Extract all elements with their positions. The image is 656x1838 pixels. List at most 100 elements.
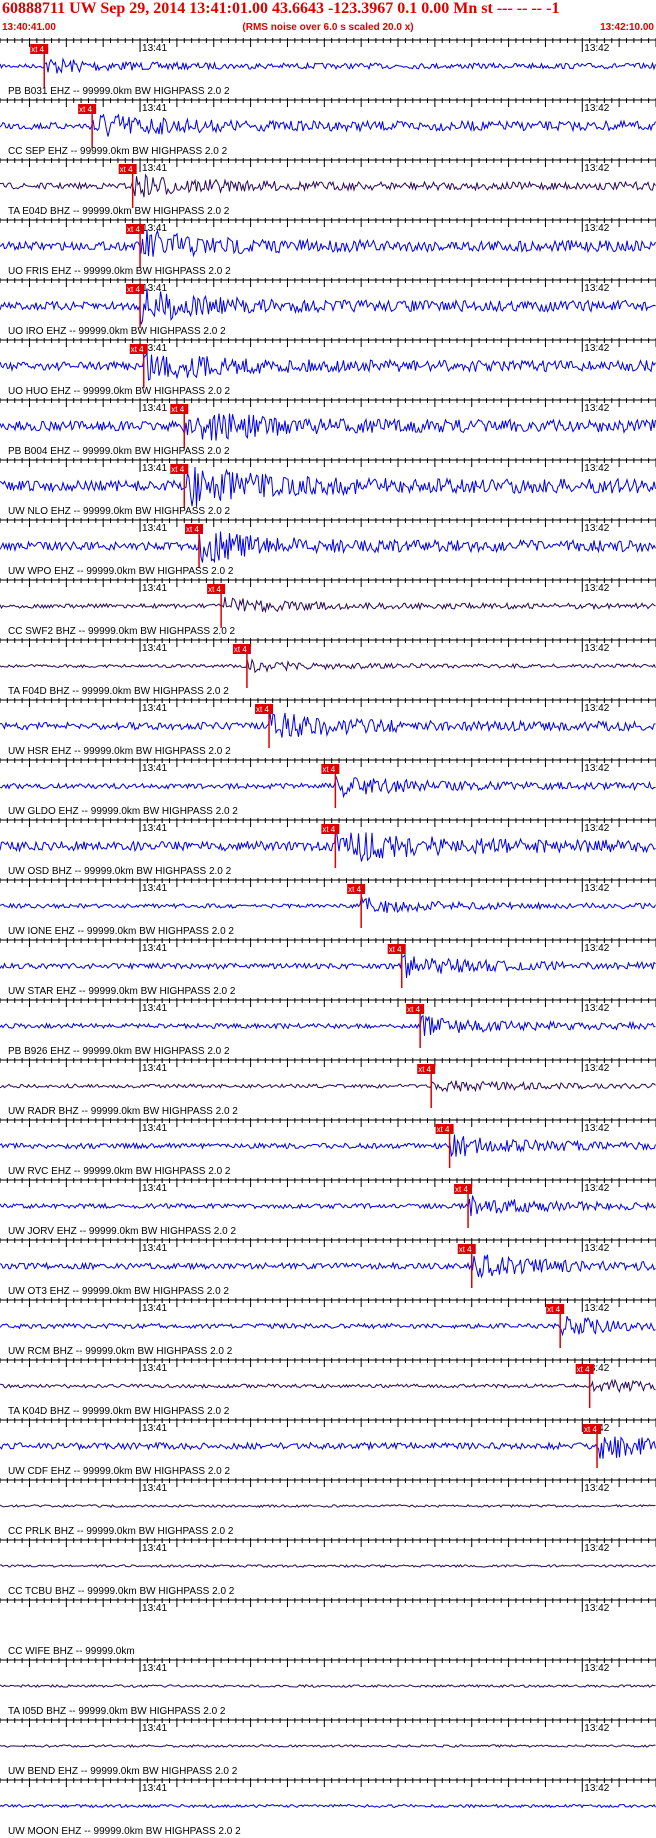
station-label: UW OT3 EHZ -- 99999.0km BW HIGHPASS 2.0 … [8, 1286, 229, 1297]
trace-row: 13:41 13:42 CC WIFE BHZ -- 99999.0km [0, 1598, 656, 1657]
time-label: 13:42 [584, 823, 609, 834]
trace-row: 13:41 13:42 xt 4 CC SEP EHZ -- 99999.0km BW… [0, 98, 656, 157]
waveform [0, 712, 656, 738]
waveform [0, 1014, 656, 1036]
trace-row: 13:41 13:42 UW BEND EHZ -- 99999.0km BW HI… [0, 1718, 656, 1777]
trace-row: 13:41 13:42 xt 4 UW GLDO EHZ -- 99999.0km B… [0, 758, 656, 817]
waveform [0, 1504, 656, 1509]
end-time: 13:42:10.00 [600, 22, 654, 33]
time-label: 13:42 [584, 1243, 609, 1254]
station-label: UW JORV EHZ -- 99999.0km BW HIGHPASS 2.0… [8, 1226, 236, 1237]
waveform [0, 229, 656, 258]
trace-row: 13:41 13:42 xt 4 UW RADR BHZ -- 99999.0km B… [0, 1058, 656, 1117]
waveform [0, 1683, 656, 1689]
time-label: 13:41 [142, 103, 167, 114]
station-label: UO IRO EHZ -- 99999.0km BW HIGHPASS 2.0 … [8, 326, 226, 337]
trace-row: 13:41 13:42 xt 4 UW OT3 EHZ -- 99999.0km BW… [0, 1238, 656, 1297]
station-label: UW RVC EHZ -- 99999.0km BW HIGHPASS 2.0 … [8, 1166, 231, 1177]
station-label: UW BEND EHZ -- 99999.0km BW HIGHPASS 2.0… [8, 1766, 238, 1777]
waveform [0, 658, 656, 674]
scaling-note: (RMS noise over 6.0 s scaled 20.0 x) [242, 22, 414, 33]
station-label: UW OSD BHZ -- 99999.0km BW HIGHPASS 2.0 … [8, 866, 232, 877]
time-label: 13:42 [584, 1303, 609, 1314]
station-label: CC PRLK BHZ -- 99999.0km BW HIGHPASS 2.0… [8, 1526, 234, 1537]
time-label: 13:41 [142, 1363, 167, 1374]
pick-label: xt 4 [577, 1365, 590, 1374]
station-label: UW CDF EHZ -- 99999.0km BW HIGHPASS 2.0 … [8, 1466, 231, 1477]
trace-row: 13:41 13:42 xt 4 UW STAR EHZ -- 99999.0km B… [0, 938, 656, 997]
time-label: 13:41 [142, 643, 167, 654]
trace-row: 13:41 13:42 xt 4 CC SWF2 BHZ -- 99999.0km B… [0, 578, 656, 637]
pick-label: xt 4 [584, 1425, 597, 1434]
trace-row: 13:41 13:42 xt 4 PB B031 EHZ -- 99999.0km B… [0, 38, 656, 97]
time-label: 13:41 [142, 403, 167, 414]
station-label: UW RCM BHZ -- 99999.0km BW HIGHPASS 2.0 … [8, 1346, 233, 1357]
pick-label: xt 4 [234, 645, 247, 654]
waveform [0, 1134, 656, 1158]
time-label: 13:41 [142, 1423, 167, 1434]
waveform [0, 1436, 656, 1459]
trace-row: 13:41 13:42 CC TCBU BHZ -- 99999.0km BW HI… [0, 1538, 656, 1597]
time-label: 13:42 [584, 1783, 609, 1794]
time-label: 13:41 [142, 1303, 167, 1314]
waveform [0, 352, 656, 381]
trace-row: 13:41 13:42 xt 4 UW RCM BHZ -- 99999.0km BW… [0, 1298, 656, 1357]
event-title: 60888711 UW Sep 29, 2014 13:41:01.00 43.… [2, 0, 560, 17]
waveform [0, 288, 656, 325]
waveform [0, 57, 656, 74]
waveform [0, 1744, 656, 1749]
trace-row: 13:41 13:42 xt 4 UO IRO EHZ -- 99999.0km BW… [0, 278, 656, 337]
station-label: PB B004 EHZ -- 99999.0km BW HIGHPASS 2.0… [8, 446, 230, 457]
time-label: 13:41 [142, 1603, 167, 1614]
pick-label: xt 4 [322, 825, 335, 834]
pick-label: xt 4 [79, 105, 92, 114]
waveform [0, 1254, 656, 1279]
time-label: 13:42 [584, 643, 609, 654]
trace-row: 13:41 13:42 xt 4 UW JORV EHZ -- 99999.0km B… [0, 1178, 656, 1237]
time-label: 13:42 [584, 1483, 609, 1494]
time-label: 13:41 [142, 1483, 167, 1494]
time-label: 13:42 [584, 163, 609, 174]
time-label: 13:42 [584, 463, 609, 474]
pick-label: xt 4 [455, 1185, 468, 1194]
trace-row: 13:41 13:42 xt 4 UW NLO EHZ -- 99999.0km BW… [0, 458, 656, 517]
time-label: 13:42 [584, 103, 609, 114]
time-label: 13:41 [142, 1003, 167, 1014]
seismogram-plot: 13:41 13:42 xt 4 PB B031 EHZ -- 99999.0km B… [0, 38, 656, 1837]
station-label: CC SEP EHZ -- 99999.0km BW HIGHPASS 2.0 … [8, 146, 228, 157]
waveform [0, 896, 656, 914]
station-label: CC SWF2 BHZ -- 99999.0km BW HIGHPASS 2.0… [8, 626, 236, 637]
station-label: UW MOON EHZ -- 99999.0km BW HIGHPASS 2.0… [8, 1826, 241, 1837]
waveform [0, 1803, 656, 1809]
pick-label: xt 4 [208, 585, 221, 594]
pick-label: xt 4 [322, 765, 335, 774]
time-label: 13:41 [142, 943, 167, 954]
time-label: 13:41 [142, 1663, 167, 1674]
waveform [0, 531, 656, 564]
time-label: 13:42 [584, 763, 609, 774]
time-label: 13:41 [142, 1243, 167, 1254]
time-label: 13:41 [142, 1783, 167, 1794]
time-label: 13:41 [142, 883, 167, 894]
time-label: 13:42 [584, 1543, 609, 1554]
pick-label: xt 4 [127, 225, 140, 234]
trace-row: 13:41 13:42 xt 4 PB B926 EHZ -- 99999.0km B… [0, 998, 656, 1057]
pick-label: xt 4 [348, 885, 361, 894]
pick-label: xt 4 [186, 525, 199, 534]
time-label: 13:41 [142, 763, 167, 774]
trace-row: 13:41 13:42 xt 4 UW HSR EHZ -- 99999.0km BW… [0, 698, 656, 757]
pick-label: xt 4 [459, 1245, 472, 1254]
trace-row: 13:41 13:42xt 4TA K04D BHZ -- 99999.0km B… [0, 1358, 656, 1417]
time-label: 13:41 [142, 823, 167, 834]
station-label: TA F04D BHZ -- 99999.0km BW HIGHPASS 2.0… [8, 686, 229, 697]
waveform [0, 1563, 656, 1569]
time-label: 13:42 [584, 943, 609, 954]
waveform [0, 776, 656, 799]
time-label: 13:41 [142, 703, 167, 714]
time-label: 13:41 [142, 1543, 167, 1554]
station-label: CC WIFE BHZ -- 99999.0km [8, 1646, 135, 1657]
time-label: 13:41 [142, 43, 167, 54]
station-label: UW HSR EHZ -- 99999.0km BW HIGHPASS 2.0 … [8, 746, 231, 757]
time-label: 13:41 [142, 463, 167, 474]
waveform [0, 1080, 656, 1093]
